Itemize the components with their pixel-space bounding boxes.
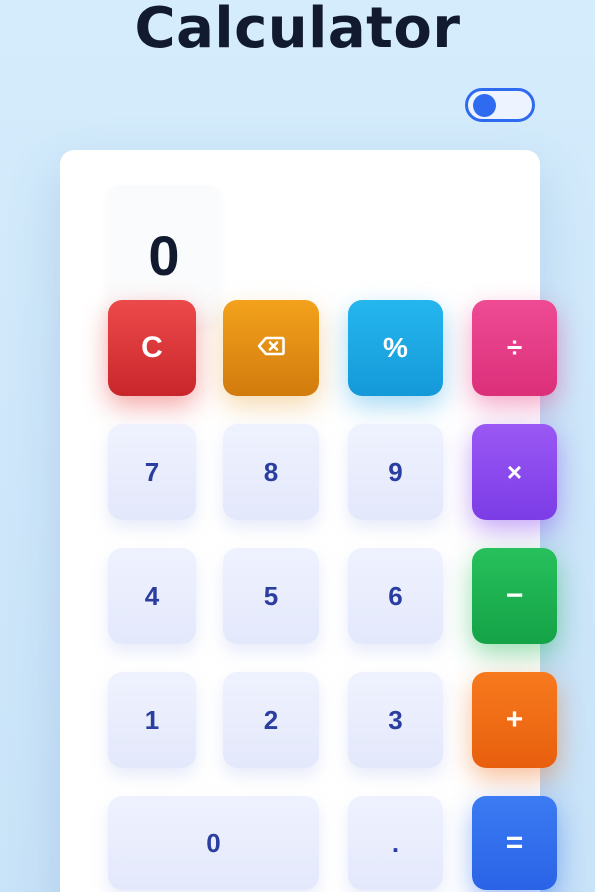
backspace-icon — [257, 336, 285, 361]
percent-button[interactable]: % — [348, 300, 443, 396]
digit-6-button[interactable]: 6 — [348, 548, 443, 644]
backspace-button[interactable] — [223, 300, 319, 396]
digit-5-label: 5 — [263, 580, 279, 611]
toggle-knob — [473, 94, 496, 117]
percent-label: % — [383, 332, 408, 363]
multiply-button[interactable]: × — [472, 424, 557, 520]
digit-9-label: 9 — [388, 456, 403, 487]
digit-1-label: 1 — [144, 704, 160, 735]
clear-button[interactable]: C — [108, 300, 196, 396]
decimal-button[interactable]: . — [348, 796, 443, 890]
app-title: Calculator — [134, 0, 461, 61]
digit-6-label: 6 — [388, 580, 403, 611]
divide-label: ÷ — [506, 332, 523, 363]
divide-button[interactable]: ÷ — [472, 300, 557, 396]
digit-1-button[interactable]: 1 — [108, 672, 196, 768]
display-value: 0 — [148, 224, 180, 287]
digit-4-label: 4 — [144, 580, 160, 611]
decimal-label: . — [391, 827, 400, 858]
digit-0-button[interactable]: 0 — [108, 796, 319, 890]
digit-3-button[interactable]: 3 — [348, 672, 443, 768]
digit-2-label: 2 — [263, 704, 279, 735]
digit-2-button[interactable]: 2 — [223, 672, 319, 768]
digit-0-label: 0 — [206, 827, 221, 858]
clear-label: C — [141, 331, 163, 364]
theme-toggle[interactable] — [465, 88, 535, 122]
digit-7-button[interactable]: 7 — [108, 424, 196, 520]
add-label: + — [505, 703, 524, 736]
multiply-label: × — [506, 456, 523, 487]
equals-label: = — [505, 826, 524, 859]
add-button[interactable]: + — [472, 672, 557, 768]
digit-7-label: 7 — [144, 456, 160, 487]
subtract-label: − — [505, 579, 524, 612]
digit-3-label: 3 — [388, 704, 403, 735]
digit-5-button[interactable]: 5 — [223, 548, 319, 644]
subtract-button[interactable]: − — [472, 548, 557, 644]
equals-button[interactable]: = — [472, 796, 557, 890]
digit-9-button[interactable]: 9 — [348, 424, 443, 520]
digit-8-label: 8 — [263, 456, 279, 487]
digit-8-button[interactable]: 8 — [223, 424, 319, 520]
digit-4-button[interactable]: 4 — [108, 548, 196, 644]
